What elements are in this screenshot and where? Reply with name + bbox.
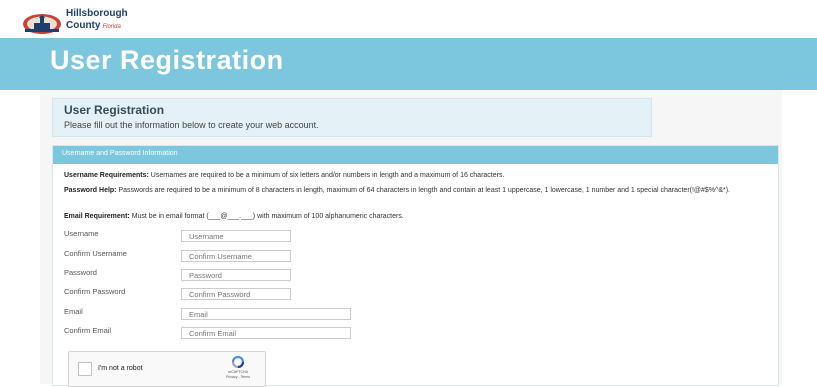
password-label: Password: [64, 268, 97, 277]
page-title: User Registration: [50, 45, 284, 75]
credentials-panel: Username and Password Information Userna…: [52, 145, 779, 387]
confirm-email-input[interactable]: [181, 327, 351, 339]
password-input[interactable]: [181, 269, 291, 281]
logo-line3: Florida: [102, 24, 121, 30]
panel-heading: Username and Password Information: [62, 150, 178, 157]
intro-title: User Registration: [64, 103, 165, 117]
top-bar: Hillsborough County Florida: [0, 0, 817, 38]
confirm-email-label: Confirm Email: [64, 326, 112, 335]
email-req-text: Must be in email format (___@___.___) wi…: [129, 213, 404, 220]
confirm-username-input[interactable]: [181, 250, 291, 262]
intro-box: User Registration Please fill out the in…: [52, 98, 652, 137]
email-req-label: Email Requirement:: [64, 213, 130, 220]
confirm-password-label: Confirm Password: [64, 287, 126, 296]
email-label: Email: [64, 307, 83, 316]
recaptcha-logo-icon: [231, 356, 245, 368]
recaptcha-widget: I'm not a robot reCAPTCHA Privacy - Term…: [68, 351, 266, 387]
username-requirements: Username Requirements: Usernames are req…: [64, 171, 772, 181]
intro-subtitle: Please fill out the information below to…: [64, 120, 319, 130]
password-help: Password Help: Passwords are required to…: [64, 186, 772, 196]
logo-line2: County: [66, 20, 101, 31]
email-requirement: Email Requirement: Must be in email form…: [64, 212, 772, 222]
recaptcha-brand: reCAPTCHA Privacy - Terms: [219, 370, 257, 380]
panel-header: Username and Password Information: [53, 146, 778, 164]
password-help-label: Password Help:: [64, 187, 117, 194]
username-req-label: Username Requirements:: [64, 172, 149, 179]
username-label: Username: [64, 229, 99, 238]
username-req-text: Usernames are required to be a minimum o…: [148, 172, 505, 179]
confirm-username-label: Confirm Username: [64, 249, 127, 258]
recaptcha-brand-name: reCAPTCHA: [228, 370, 248, 374]
email-input[interactable]: [181, 308, 351, 320]
page-banner: User Registration: [0, 38, 817, 90]
recaptcha-label: I'm not a robot: [98, 365, 143, 372]
username-input[interactable]: [181, 230, 291, 242]
recaptcha-checkbox[interactable]: [78, 362, 92, 376]
confirm-password-input[interactable]: [181, 288, 291, 300]
password-help-text: Passwords are required to be a minimum o…: [116, 187, 730, 194]
county-seal-icon[interactable]: [22, 10, 62, 34]
logo-line1: Hillsborough: [66, 8, 128, 19]
county-logo-text[interactable]: Hillsborough County Florida: [66, 9, 128, 32]
recaptcha-links[interactable]: Privacy - Terms: [226, 375, 250, 379]
